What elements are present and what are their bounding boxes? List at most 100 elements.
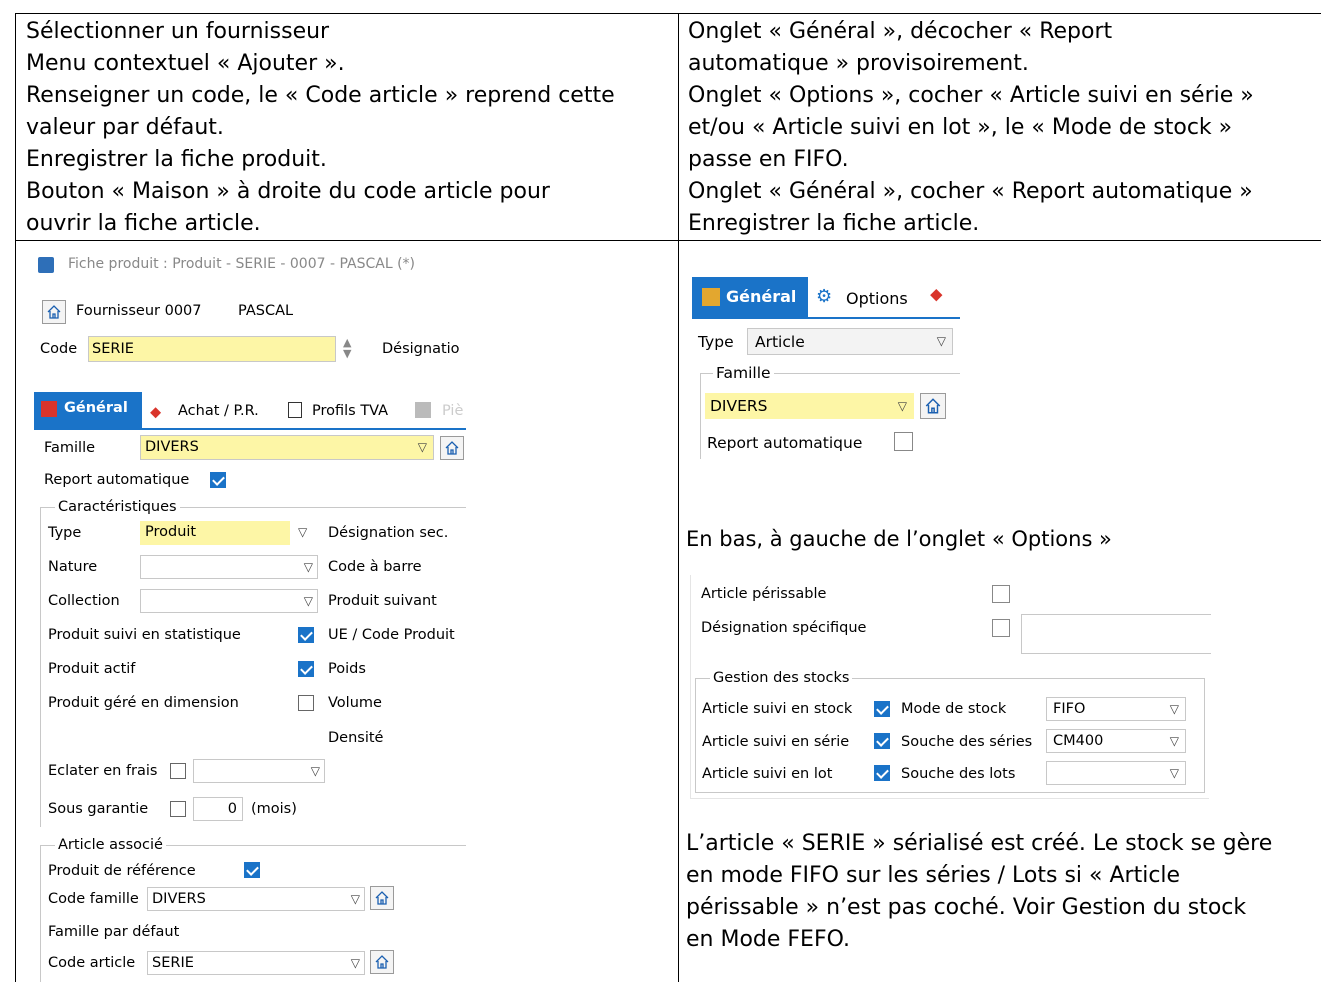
chevron-down-icon: ▽ [310,764,320,778]
souche-lots-select[interactable]: ▽ [1046,761,1186,785]
text-line: Onglet « Général », cocher « Report auto… [688,179,1253,204]
poids-label: Poids [328,661,366,677]
pieces-icon [415,402,431,418]
designation-spec-field[interactable] [1021,614,1211,654]
text-line: passe en FIFO. [688,147,849,172]
chevron-down-icon: ▽ [350,892,360,906]
eclater-select[interactable]: ▽ [193,759,325,783]
code-barre-label: Code à barre [328,559,422,575]
chevron-down-icon: ▽ [303,594,313,608]
tab-general[interactable]: Général [692,277,808,317]
collection-select[interactable]: ▽ [140,589,318,613]
souche-lots-label: Souche des lots [901,766,1016,782]
report-checkbox[interactable] [894,432,913,451]
table-border-top [15,13,1321,14]
suivi-stock-checkbox[interactable] [874,701,890,717]
text-line: Renseigner un code, le « Code article » … [26,83,615,108]
text-line: en Mode FEFO. [686,927,851,952]
souche-series-label: Souche des séries [901,734,1033,750]
home-icon [375,955,389,969]
perissable-checkbox[interactable] [992,585,1010,603]
fournisseur-home-button[interactable] [42,300,66,324]
sous-garantie-field[interactable]: 0 [193,797,243,821]
designation-spec-label: Désignation spécifique [701,620,867,636]
famille-home-button[interactable] [440,436,464,460]
famille-defaut-label: Famille par défaut [48,924,180,940]
chevron-down-icon: ▽ [1169,734,1179,748]
spin-icon[interactable]: ▲ ▼ [343,337,351,359]
chevron-down-icon[interactable]: ▽ [298,525,307,539]
code-article-select[interactable]: SERIE ▽ [147,951,365,975]
text-line: Menu contextuel « Ajouter ». [26,51,345,76]
tab-profils-tva[interactable]: Profils TVA [312,403,388,419]
suivi-lot-label: Article suivi en lot [702,766,833,782]
mode-stock-value: FIFO [1053,701,1086,717]
chevron-down-icon: ▽ [897,399,907,413]
volume-label: Volume [328,695,382,711]
table-border-middle [678,13,679,982]
code-famille-label: Code famille [48,891,139,907]
type-label: Type [698,333,734,351]
actif-checkbox[interactable] [298,661,314,677]
tag-icon: ⬥ [150,402,162,421]
code-article-home-button[interactable] [370,950,394,974]
report-checkbox[interactable] [210,472,226,488]
designation-label: Désignatio [382,341,460,357]
tab-general-label: Général [726,287,797,306]
caracteristiques-title: Caractéristiques [55,499,180,515]
famille-select[interactable]: DIVERS ▽ [705,393,914,419]
instructions-right: Onglet « Général », décocher « Report au… [688,16,1254,240]
produit-ref-checkbox[interactable] [244,862,260,878]
souche-series-select[interactable]: CM400 ▽ [1046,729,1186,753]
type-select[interactable]: Produit [140,521,290,545]
code-famille-select[interactable]: DIVERS ▽ [147,887,365,911]
ue-code-produit-label: UE / Code Produit [328,627,455,643]
code-famille-home-button[interactable] [370,886,394,910]
tab-achat[interactable]: Achat / P.R. [178,403,259,419]
text-line: valeur par défaut. [26,115,224,140]
designation-sec-label: Désignation sec. [328,525,449,541]
chevron-down-icon: ▽ [350,956,360,970]
code-field[interactable]: SERIE [88,336,336,362]
famille-select[interactable]: DIVERS ▽ [140,435,434,460]
gestion-stocks-title: Gestion des stocks [710,670,853,686]
type-value: Produit [145,524,197,540]
chevron-down-icon: ▽ [417,440,427,454]
produit-suivant-label: Produit suivant [328,593,437,609]
famille-label: Famille [44,440,96,456]
suivi-stat-checkbox[interactable] [298,627,314,643]
tab-general[interactable]: Général [34,392,142,428]
famille-home-button[interactable] [920,393,946,419]
dimension-label: Produit géré en dimension [48,695,239,711]
chevron-down-icon: ▽ [1169,702,1179,716]
dimension-checkbox[interactable] [298,695,314,711]
text-line: Enregistrer la fiche produit. [26,147,327,172]
nature-label: Nature [48,559,98,575]
mode-stock-select[interactable]: FIFO ▽ [1046,697,1186,721]
general-icon [41,401,57,417]
text-line: Bouton « Maison » à droite du code artic… [26,179,550,204]
designation-spec-checkbox[interactable] [992,619,1010,637]
suivi-lot-checkbox[interactable] [874,765,890,781]
chevron-down-icon: ▽ [936,334,946,348]
produit-ref-label: Produit de référence [48,863,196,879]
sous-garantie-checkbox[interactable] [170,801,186,817]
perissable-label: Article périssable [701,586,827,602]
text-line: Onglet « Général », décocher « Report [688,19,1113,44]
gear-icon: ⚙ [816,286,833,307]
actif-label: Produit actif [48,661,136,677]
densite-label: Densité [328,730,384,746]
suivi-stock-label: Article suivi en stock [702,701,853,717]
code-article-value: SERIE [152,955,194,971]
type-select[interactable]: Article ▽ [747,328,953,355]
famille-title: Famille [713,364,774,382]
report-label: Report automatique [44,472,190,488]
nature-select[interactable]: ▽ [140,555,318,579]
suivi-serie-checkbox[interactable] [874,733,890,749]
suivi-serie-label: Article suivi en série [702,734,850,750]
tab-options[interactable]: Options [846,289,908,308]
tab-pieces[interactable]: Piè [442,403,463,419]
sous-garantie-label: Sous garantie [48,801,149,817]
eclater-checkbox[interactable] [170,763,186,779]
chevron-down-icon: ▽ [1169,766,1179,780]
